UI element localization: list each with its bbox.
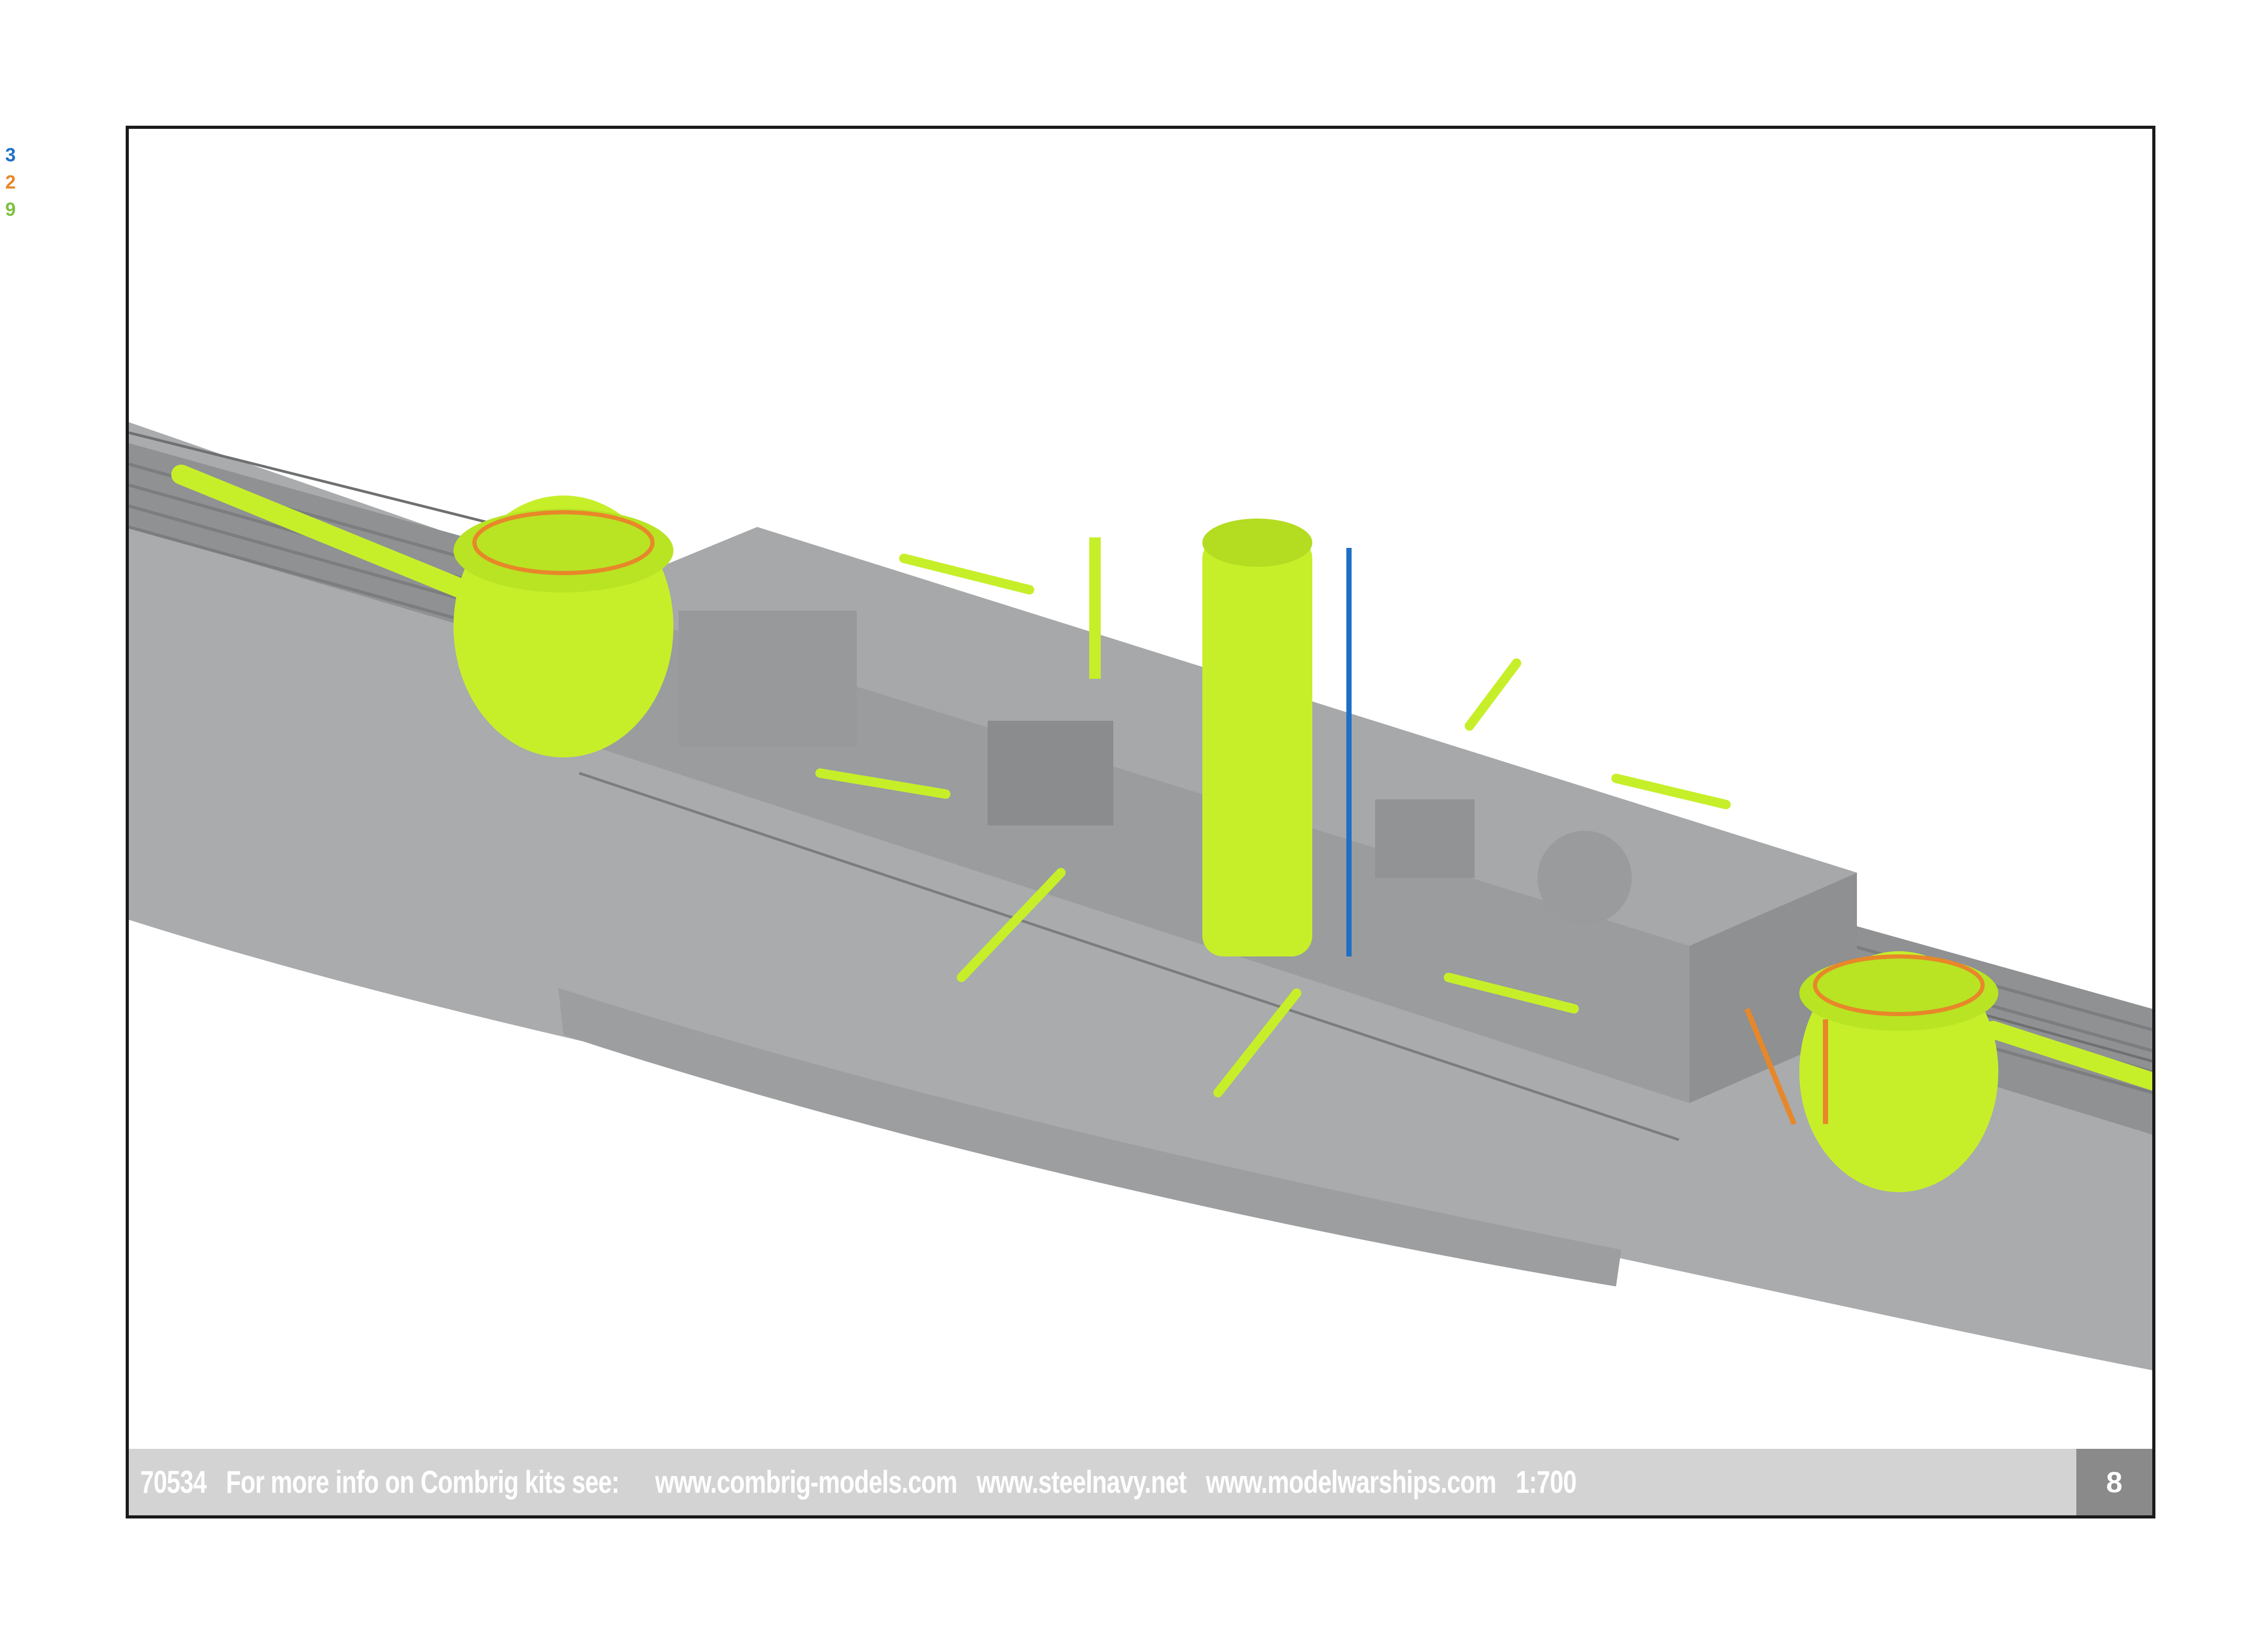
footer-scale: 1:700 [1515,1465,1577,1500]
funnel [1202,537,1312,956]
vent-box [1375,799,1475,878]
legend-blue: 3 [5,144,16,166]
footer-bar: 70534 For more info on Combrig kits see:… [129,1449,2152,1515]
footer-text: 70534 For more info on Combrig kits see:… [129,1464,1577,1500]
instruction-page-frame: 70534 For more info on Combrig kits see:… [126,126,2155,1518]
footer-link-steelnavy[interactable]: www.steelnavy.net [977,1464,1187,1500]
footer-info-text: For more info on Combrig kits see: [226,1465,620,1500]
secondary-gun-6 [1611,774,1731,809]
secondary-gun-7 [1465,658,1521,731]
legend-orange: 2 [5,171,16,193]
hatch-grating [988,721,1113,825]
color-legend: 3 2 9 [0,141,21,223]
page-number: 8 [2076,1449,2152,1515]
aft-turret-top [1799,955,1998,1031]
footer-link-combrig[interactable]: www.combrig-models.com [655,1464,957,1500]
ship-illustration [129,422,2152,1370]
fore-turret-top [453,509,673,592]
funnel-top [1202,519,1312,567]
deckhouse [679,611,857,747]
rangefinder-base [1537,831,1632,925]
legend-green: 9 [5,199,16,220]
footer-link-modelwarships[interactable]: www.modelwarships.com [1206,1464,1497,1500]
kit-number: 70534 [140,1465,207,1500]
